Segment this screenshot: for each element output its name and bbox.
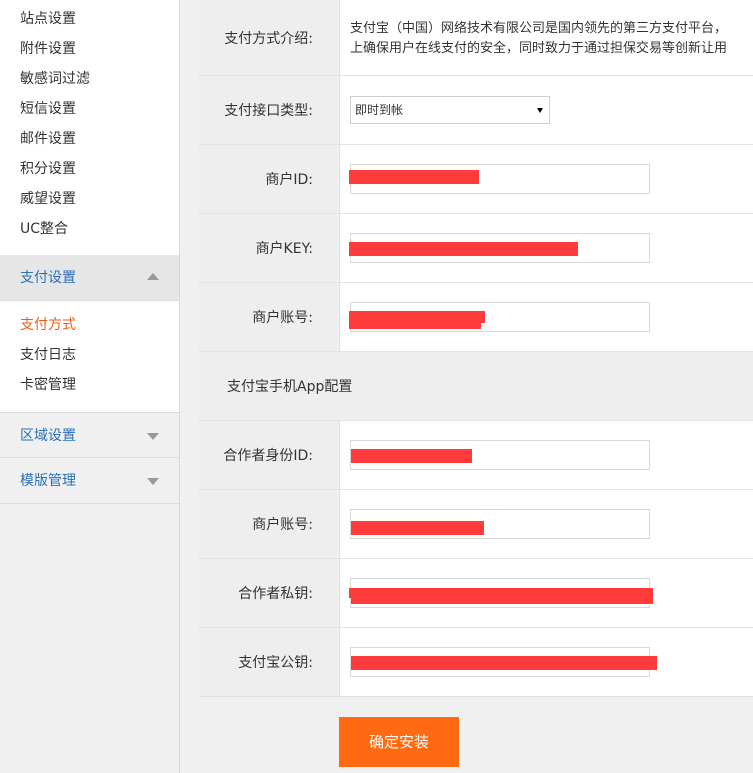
settings-menu: 站点设置 附件设置 敏感词过滤 短信设置 邮件设置 积分设置 威望设置 UC整合	[0, 0, 179, 255]
merchant-account-label: 商户账号:	[199, 283, 340, 351]
private-key-label: 合作者私钥:	[199, 559, 340, 627]
public-key-input[interactable]	[350, 647, 657, 677]
sidebar-item-attachment-settings[interactable]: 附件设置	[0, 34, 179, 64]
intro-line-2: 上确保用户在线支付的安全，同时致力于通过担保交易等创新让用	[350, 40, 728, 56]
sidebar-item-uc-integration[interactable]: UC整合	[0, 214, 179, 244]
merchant-account-input[interactable]	[349, 302, 650, 332]
partner-id-input[interactable]	[350, 440, 650, 470]
app-account-input[interactable]	[350, 509, 650, 539]
sidebar-item-word-filter[interactable]: 敏感词过滤	[0, 64, 179, 94]
interface-type-value: 即时到帐	[355, 103, 404, 117]
interface-type-select[interactable]: 即时到帐	[350, 96, 550, 124]
merchant-key-input[interactable]	[349, 233, 650, 263]
merchant-key-label: 商户KEY:	[199, 214, 340, 282]
sidebar-item-payment-methods[interactable]: 支付方式	[0, 310, 179, 340]
intro-label: 支付方式介绍:	[199, 0, 340, 75]
form-row-intro: 支付方式介绍: 支付宝（中国）网络技术有限公司是国内领先的第三方支付平台， 上确…	[199, 0, 753, 76]
public-key-label: 支付宝公钥:	[199, 628, 340, 696]
redaction-mark	[349, 317, 481, 329]
sidebar-item-payment-log[interactable]: 支付日志	[0, 340, 179, 370]
chevron-down-icon	[147, 478, 159, 485]
sidebar-item-site-settings[interactable]: 站点设置	[0, 4, 179, 34]
intro-text: 支付宝（中国）网络技术有限公司是国内领先的第三方支付平台， 上确保用户在线支付的…	[350, 17, 727, 59]
form-row-private-key: 合作者私钥:	[199, 559, 753, 628]
app-account-label: 商户账号:	[199, 490, 340, 558]
sidebar-item-points-settings[interactable]: 积分设置	[0, 154, 179, 184]
private-key-input[interactable]	[349, 578, 653, 608]
sidebar-section-label: 区域设置	[20, 428, 76, 444]
sidebar-item-sms-settings[interactable]: 短信设置	[0, 94, 179, 124]
sidebar: 站点设置 附件设置 敏感词过滤 短信设置 邮件设置 积分设置 威望设置 UC整合…	[0, 0, 180, 773]
redaction-mark	[351, 521, 484, 535]
form-row-interface-type: 支付接口类型: 即时到帐	[199, 76, 753, 145]
confirm-install-button[interactable]: 确定安装	[339, 717, 459, 767]
sidebar-item-card-management[interactable]: 卡密管理	[0, 370, 179, 400]
form-row-public-key: 支付宝公钥:	[199, 628, 753, 697]
partner-id-label: 合作者身份ID:	[199, 421, 340, 489]
interface-type-label: 支付接口类型:	[199, 76, 340, 144]
sidebar-section-region[interactable]: 区域设置	[0, 412, 179, 458]
sidebar-section-payment[interactable]: 支付设置	[0, 255, 179, 301]
form-row-merchant-key: 商户KEY:	[199, 214, 753, 283]
redaction-mark	[351, 449, 472, 463]
merchant-id-label: 商户ID:	[199, 145, 340, 213]
dropdown-arrow-icon	[537, 108, 543, 113]
form-row-app-account: 商户账号:	[199, 490, 753, 559]
chevron-up-icon	[147, 273, 159, 280]
payment-submenu: 支付方式 支付日志 卡密管理	[0, 301, 179, 412]
sidebar-item-prestige-settings[interactable]: 威望设置	[0, 184, 179, 214]
form-row-merchant-id: 商户ID:	[199, 145, 753, 214]
intro-line-1: 支付宝（中国）网络技术有限公司是国内领先的第三方支付平台，	[350, 20, 728, 36]
redaction-mark	[349, 242, 578, 256]
sidebar-section-templates[interactable]: 模版管理	[0, 458, 179, 504]
merchant-id-input[interactable]	[349, 164, 650, 194]
sidebar-item-email-settings[interactable]: 邮件设置	[0, 124, 179, 154]
form-row-partner-id: 合作者身份ID:	[199, 421, 753, 490]
redaction-mark	[349, 170, 479, 184]
form-row-merchant-account: 商户账号:	[199, 283, 753, 352]
sidebar-section-label: 模版管理	[20, 473, 76, 489]
sidebar-section-label: 支付设置	[20, 270, 76, 286]
app-config-section-title: 支付宝手机App配置	[199, 352, 753, 421]
chevron-down-icon	[147, 433, 159, 440]
redaction-mark	[351, 592, 653, 604]
redaction-mark	[351, 656, 657, 670]
payment-config-form: 支付方式介绍: 支付宝（中国）网络技术有限公司是国内领先的第三方支付平台， 上确…	[199, 0, 753, 697]
